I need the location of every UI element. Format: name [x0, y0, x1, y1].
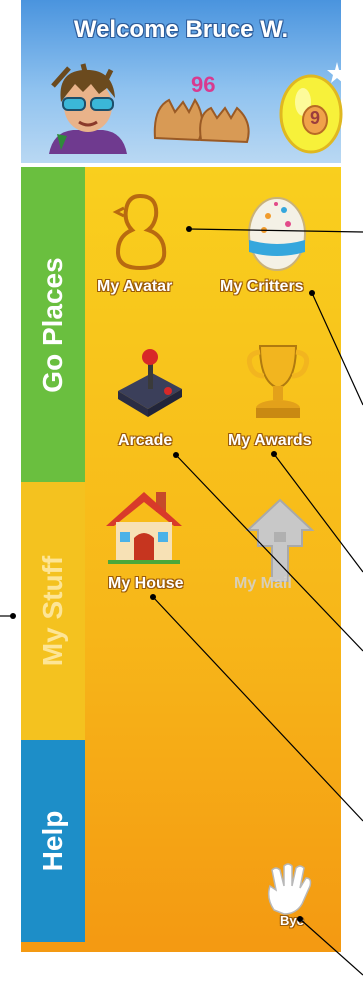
callout-lines — [0, 226, 363, 976]
sidebar-frame: Welcome Bruce W. 96 9 Go Places My Stuff — [0, 0, 363, 981]
